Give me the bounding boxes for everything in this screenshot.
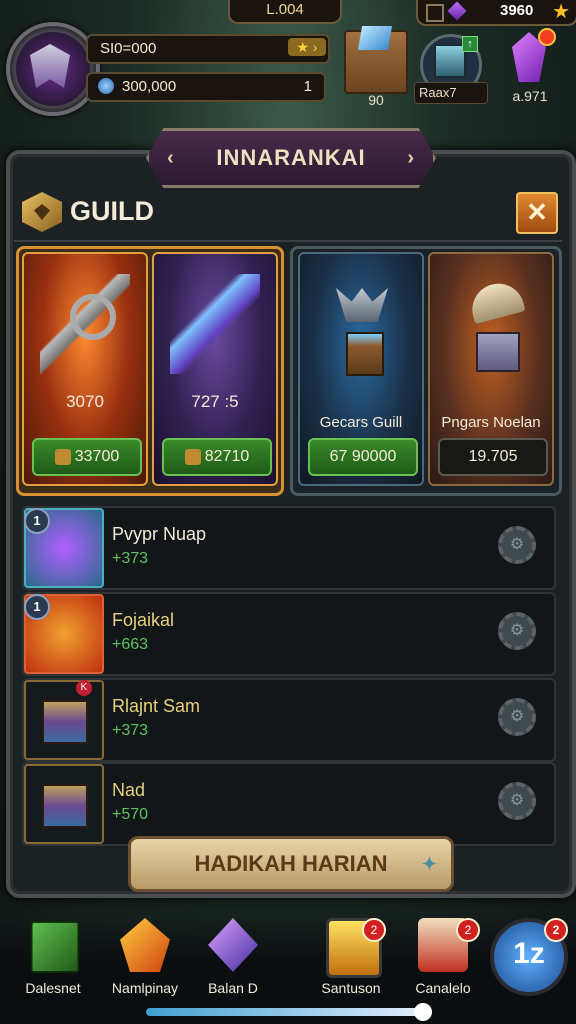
coin-icon [98, 78, 114, 94]
nav-item-santuson[interactable]: 2 Santuson [306, 918, 396, 998]
gold-bar: SI0=000 ★ › [86, 34, 330, 64]
chest-icon [24, 680, 104, 760]
card-price-button[interactable]: 82710 [162, 438, 272, 476]
hammer-chest-icon [446, 274, 536, 374]
item-name: Fojaikal [112, 610, 175, 630]
currency-icon [184, 448, 201, 465]
card-price: 82710 [204, 448, 250, 465]
gem-icon [447, 1, 467, 21]
rank-badge: 1 [24, 508, 50, 534]
card-spear[interactable]: 727 :5 82710 [152, 252, 278, 486]
item-name: Nad [112, 780, 146, 800]
notification-badge: 2 [362, 918, 386, 942]
spear-icon [170, 274, 260, 374]
gear-icon[interactable]: ⚙ [498, 612, 536, 650]
notification-badge: 2 [456, 918, 480, 942]
list-item[interactable]: 1 Fojaikal +663 ⚙ [22, 592, 556, 676]
item-name: Pvypr Nuap [112, 524, 207, 544]
item-value: +373 [112, 722, 149, 739]
list-item[interactable]: 1 Pvypr Nuap +373 ⚙ [22, 506, 556, 590]
gear-icon[interactable]: ⚙ [498, 526, 536, 564]
scroll-track[interactable] [146, 1008, 432, 1016]
card-axe[interactable]: 3070 33700 [22, 252, 148, 486]
notification-badge: K [76, 680, 92, 696]
gear-icon[interactable]: ⚙ [498, 698, 536, 736]
purple-crystal-label: a.971 [512, 88, 548, 104]
gems-value: 3960 [500, 2, 534, 19]
nav-label: Balan D [208, 980, 258, 996]
purple-gem-icon [208, 918, 258, 972]
card-noelan[interactable]: Pngars Noelan 19.705 [428, 252, 554, 486]
card-price: 33700 [74, 448, 120, 465]
card-price-button[interactable]: 33700 [32, 438, 142, 476]
harian-label: HADIKAH HARIAN [194, 851, 388, 876]
card-price-button[interactable]: 67 90000 [308, 438, 418, 476]
card-value: 727 :5 [191, 392, 239, 411]
card-price-button[interactable]: 19.705 [438, 438, 548, 476]
coins-bar: 300,000 1 [86, 72, 326, 102]
item-name: Rlajnt Sam [112, 696, 201, 716]
card-name: Gecars Guill [319, 414, 403, 431]
nav-item-namlpinay[interactable]: Namlpinay [100, 918, 190, 998]
rank-badge: 1 [24, 594, 50, 620]
crystal-icon [357, 26, 393, 50]
nav-item-balan[interactable]: Balan D [188, 918, 278, 998]
gear-icon[interactable]: ⚙ [498, 782, 536, 820]
notification-dot [538, 28, 556, 46]
harian-button[interactable]: HADIKAH HARIAN ✦ [128, 836, 454, 892]
star-icon: ★ [552, 1, 570, 23]
card-price: 67 90000 [329, 448, 397, 465]
star-chevron-icon[interactable]: ★ › [288, 38, 326, 56]
arrow-right-icon[interactable]: › [407, 131, 415, 185]
card-name: Pngars Noelan [441, 414, 541, 431]
coins-value: 300,000 [122, 78, 177, 95]
sparkle-icon: ✦ [421, 854, 437, 874]
banner-title: INNARANKAI [216, 145, 366, 170]
gems-counter[interactable]: 3960 ★ [416, 0, 576, 26]
level-indicator: L.004 [228, 0, 342, 24]
card-value: 3070 [66, 392, 104, 411]
level-button-text: 1z [513, 937, 545, 970]
nav-item-dalesnet[interactable]: Dalesnet [8, 918, 98, 998]
axe-icon [40, 274, 130, 374]
chest-icon [24, 764, 104, 844]
gold-value: SI0=000 [100, 40, 157, 57]
arrow-left-icon[interactable]: ‹ [167, 131, 175, 185]
menu-square-icon[interactable] [426, 4, 444, 22]
box-item[interactable]: ↑ Raax7 [414, 34, 488, 104]
upgrade-icon[interactable]: ↑ [462, 36, 478, 52]
list-item[interactable]: K Rlajnt Sam +373 ⚙ [22, 678, 556, 762]
scroll-handle[interactable] [414, 1003, 432, 1021]
item-value: +663 [112, 636, 149, 653]
guild-title: GUILD [70, 196, 154, 226]
list-item[interactable]: Nad +570 ⚙ [22, 762, 556, 846]
level-button[interactable]: 1z 2 [490, 918, 568, 996]
notification-badge: 2 [544, 918, 568, 942]
nav-item-canalelo[interactable]: 2 Canalelo [398, 918, 488, 998]
purple-crystal-item[interactable]: a.971 [500, 28, 560, 104]
nav-label: Canalelo [415, 980, 471, 996]
item-value: +373 [112, 550, 149, 567]
close-button[interactable]: ✕ [516, 192, 558, 234]
helmet-chest-icon [316, 274, 406, 376]
green-cube-icon [30, 920, 80, 974]
crystal-chest-label: 90 [368, 92, 384, 108]
box-label: Raax7 [414, 82, 488, 104]
card-price: 19.705 [468, 448, 518, 465]
item-value: +570 [112, 806, 149, 823]
card-guild-chest[interactable]: Gecars Guill 67 90000 [298, 252, 424, 486]
crystal-chest-item[interactable]: 90 [344, 26, 408, 108]
currency-icon [54, 448, 71, 465]
coins-count: 1 [303, 78, 312, 95]
title-banner: ‹ INNARANKAI › [146, 128, 436, 188]
divider [14, 240, 562, 242]
orange-crystal-icon [120, 918, 170, 972]
